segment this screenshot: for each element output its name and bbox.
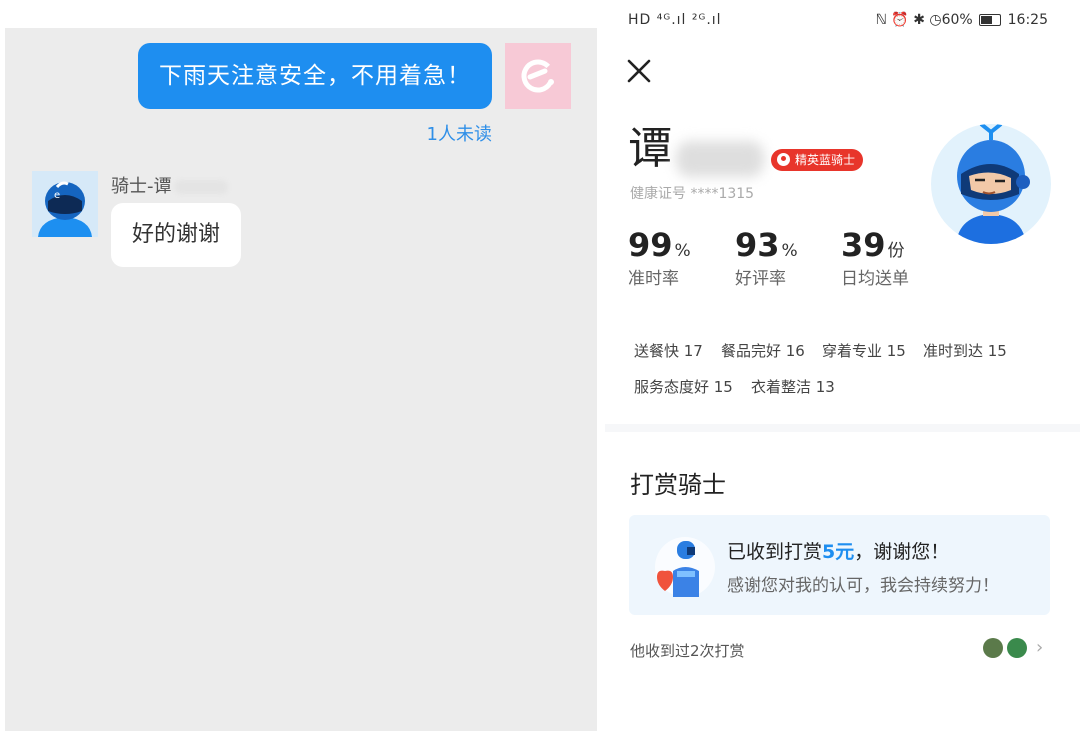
tip-received-prefix: 已收到打赏 bbox=[727, 541, 823, 563]
stat-unit: % bbox=[674, 241, 691, 261]
rider-heart-icon bbox=[647, 525, 719, 605]
name-blur bbox=[173, 180, 228, 194]
outgoing-message-bubble[interactable]: 下雨天注意安全，不用着急！ bbox=[138, 43, 492, 109]
badge-label: 精英蓝骑士 bbox=[795, 153, 856, 167]
rider-name-text: 骑士-谭 bbox=[111, 176, 172, 197]
rating-tag: 准时到达 15 bbox=[923, 342, 1007, 360]
name-blur bbox=[676, 140, 764, 177]
tip-received-text: 已收到打赏5元，谢谢您！ bbox=[727, 537, 949, 564]
signal-indicators: HD ⁴ᴳ.ıl ²ᴳ.ıl bbox=[628, 12, 722, 28]
rider-profile-name: 谭 bbox=[628, 122, 764, 177]
close-button[interactable] bbox=[626, 58, 656, 88]
tip-amount: 5元 bbox=[822, 541, 855, 563]
badge-icon bbox=[777, 153, 790, 166]
rating-tag: 送餐快 17 bbox=[634, 342, 703, 360]
tip-section-title: 打赏骑士 bbox=[630, 471, 726, 499]
incoming-message-bubble[interactable]: 好的谢谢 bbox=[111, 203, 241, 267]
rider-helmet-icon: e bbox=[38, 181, 92, 237]
stat-label: 日均送单 bbox=[841, 269, 909, 289]
system-icons: ℕ ⏰ ✱ ◷60% bbox=[875, 12, 973, 28]
stat-unit: % bbox=[781, 241, 798, 261]
rider-avatar[interactable]: e bbox=[32, 171, 98, 237]
battery-icon bbox=[979, 14, 1002, 26]
stat-value: 39 bbox=[841, 226, 886, 264]
health-certificate: 健康证号 ****1315 bbox=[630, 186, 755, 202]
rating-tag: 服务态度好 15 bbox=[634, 378, 733, 396]
rider-profile-avatar[interactable] bbox=[931, 124, 1051, 244]
rating-tag: 餐品完好 16 bbox=[721, 342, 805, 360]
tip-thanks-text: 感谢您对我的认可，我会持续努力！ bbox=[727, 576, 999, 596]
rider-name: 骑士-谭 bbox=[111, 172, 228, 198]
incoming-message-text: 好的谢谢 bbox=[131, 222, 220, 247]
rating-tag: 穿着专业 15 bbox=[822, 342, 906, 360]
stat-label: 准时率 bbox=[628, 269, 679, 289]
tipper-avatar bbox=[983, 638, 1003, 658]
tip-card[interactable]: 已收到打赏5元，谢谢您！ 感谢您对我的认可，我会持续努力！ bbox=[629, 515, 1050, 615]
status-right: ℕ ⏰ ✱ ◷60% 16:25 bbox=[876, 12, 1048, 28]
stat-unit: 份 bbox=[887, 241, 905, 261]
chat-panel: 下雨天注意安全，不用着急！ 1人未读 e 骑士-谭 好的谢谢 bbox=[5, 28, 597, 731]
close-icon bbox=[627, 59, 651, 83]
clock: 16:25 bbox=[1007, 12, 1048, 28]
section-divider bbox=[605, 424, 1080, 432]
svg-text:e: e bbox=[54, 190, 60, 201]
eleme-logo-icon bbox=[521, 59, 555, 93]
rating-tag: 衣着整洁 13 bbox=[751, 378, 835, 396]
my-avatar[interactable] bbox=[505, 43, 571, 109]
stat-on-time: 99% 准时率 bbox=[628, 226, 691, 289]
rider-level-badge: 精英蓝骑士 bbox=[771, 149, 864, 171]
status-bar: HD ⁴ᴳ.ıl ²ᴳ.ıl ℕ ⏰ ✱ ◷60% 16:25 bbox=[628, 10, 1048, 34]
stat-daily-orders: 39 份 日均送单 bbox=[841, 226, 909, 289]
tip-received-suffix: ，谢谢您！ bbox=[854, 541, 950, 563]
chevron-right-icon[interactable]: › bbox=[1036, 637, 1043, 658]
rider-cartoon-icon bbox=[956, 124, 1030, 244]
stat-value: 99 bbox=[628, 226, 673, 264]
stat-label: 好评率 bbox=[735, 269, 786, 289]
outgoing-message-text: 下雨天注意安全，不用着急！ bbox=[159, 63, 471, 89]
rider-surname: 谭 bbox=[628, 123, 672, 174]
tipper-avatar bbox=[1007, 638, 1027, 658]
stat-value: 93 bbox=[735, 226, 780, 264]
unread-status: 1人未读 bbox=[426, 124, 492, 145]
tip-history-link[interactable]: 他收到过2次打赏 bbox=[630, 640, 745, 661]
stat-good-rating: 93% 好评率 bbox=[735, 226, 798, 289]
